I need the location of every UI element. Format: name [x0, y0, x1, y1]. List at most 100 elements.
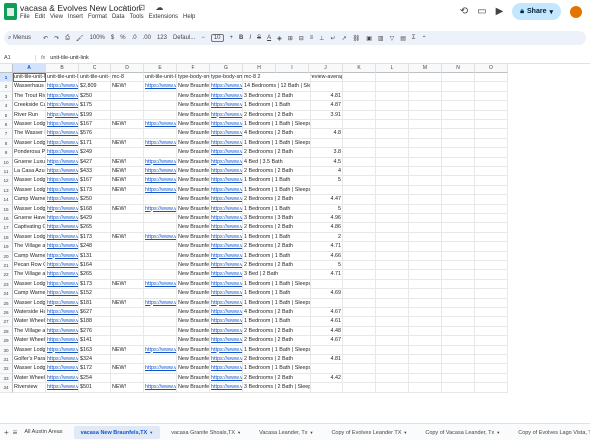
- cell-k[interactable]: [343, 298, 376, 308]
- video-icon[interactable]: ▶: [496, 6, 504, 17]
- column-header-n[interactable]: N: [442, 64, 475, 73]
- zoom-select[interactable]: 100%: [90, 35, 105, 41]
- cell-j[interactable]: [309, 364, 343, 374]
- cell-a[interactable]: Wasser Lodge #614: [13, 204, 46, 214]
- cell-e[interactable]: https://www.vaca: [144, 82, 177, 92]
- cell-k[interactable]: [343, 317, 376, 327]
- cell-a[interactable]: Wasser Lodge #501: [13, 120, 46, 130]
- cell-b[interactable]: https://www.vaca: [46, 364, 79, 374]
- cell-e[interactable]: [144, 214, 177, 224]
- cell-c[interactable]: $249: [79, 148, 111, 158]
- cell-d[interactable]: NEW!: [111, 138, 144, 149]
- row-header[interactable]: 23: [0, 279, 13, 290]
- cell-f[interactable]: New Braunfels,: [177, 279, 210, 290]
- cell-g[interactable]: https://www.vaca: [210, 157, 243, 167]
- cell-d[interactable]: [111, 317, 144, 327]
- cell-l[interactable]: [376, 204, 409, 214]
- cell-j[interactable]: 3.91: [309, 110, 343, 120]
- cell-m[interactable]: [409, 261, 442, 271]
- cell-e[interactable]: https://www.vaca: [144, 204, 177, 214]
- cell-j[interactable]: 4.8: [309, 129, 343, 139]
- cell-a[interactable]: Golfer's Paradise: [13, 355, 46, 365]
- cell-h[interactable]: 2 Bedrooms | 2 Bath: [243, 326, 311, 337]
- cell-h[interactable]: 3 Bedrooms | 2 Bath | Sleeps 10: [243, 383, 311, 393]
- cell-k[interactable]: [343, 73, 376, 83]
- cell-l[interactable]: [376, 251, 409, 261]
- cell-j[interactable]: 4: [309, 167, 343, 177]
- history-icon[interactable]: ⟲: [460, 6, 468, 17]
- cell-j[interactable]: 4.96: [309, 214, 343, 224]
- cell-b[interactable]: https://www.vaca: [46, 308, 79, 318]
- cell-h[interactable]: 2 Bedrooms | 2 Bath: [243, 167, 311, 177]
- cell-f[interactable]: New Braunfels,: [177, 251, 210, 261]
- cell-j[interactable]: [309, 138, 343, 149]
- cell-f[interactable]: New Braunfels,: [177, 242, 210, 252]
- cell-l[interactable]: [376, 242, 409, 252]
- cell-d[interactable]: [111, 242, 144, 252]
- cell-c[interactable]: $181: [79, 298, 111, 308]
- cell-e[interactable]: https://www.vaca: [144, 120, 177, 130]
- cell-b[interactable]: https://www.vaca: [46, 279, 79, 290]
- cell-h[interactable]: 2 Bedrooms | 2 Bath: [243, 373, 311, 384]
- cell-e[interactable]: [144, 129, 177, 139]
- row-header[interactable]: 8: [0, 138, 13, 149]
- cell-k[interactable]: [343, 82, 376, 92]
- comment-icon[interactable]: ▭: [477, 6, 486, 17]
- cell-f[interactable]: New Braunfels,: [177, 129, 210, 139]
- cell-a[interactable]: The Village at Gru: [13, 326, 46, 337]
- cell-k[interactable]: [343, 167, 376, 177]
- cell-e[interactable]: [144, 223, 177, 233]
- cell-d[interactable]: NEW!: [111, 120, 144, 130]
- cell-g[interactable]: https://www.vaca: [210, 261, 243, 271]
- merge-cells-icon[interactable]: ⊟: [299, 35, 304, 42]
- cell-j[interactable]: 4.42: [309, 373, 343, 384]
- cell-m[interactable]: [409, 326, 442, 337]
- cell-g[interactable]: https://www.vaca: [210, 185, 243, 196]
- cell-b[interactable]: https://www.vaca: [46, 129, 79, 139]
- avatar[interactable]: [570, 5, 582, 18]
- cell-j[interactable]: 4.48: [309, 326, 343, 337]
- cell-l[interactable]: [376, 82, 409, 92]
- column-header-b[interactable]: B: [46, 64, 79, 73]
- cell-f[interactable]: New Braunfels,: [177, 298, 210, 308]
- cell-n[interactable]: [442, 91, 475, 102]
- cell-b[interactable]: https://www.vaca: [46, 110, 79, 120]
- cell-l[interactable]: [376, 308, 409, 318]
- cell-l[interactable]: [376, 157, 409, 167]
- cell-d[interactable]: [111, 326, 144, 337]
- cell-g[interactable]: https://www.vaca: [210, 148, 243, 158]
- cell-f[interactable]: New Braunfels,: [177, 195, 210, 205]
- cell-o[interactable]: [475, 204, 508, 214]
- cell-e[interactable]: [144, 355, 177, 365]
- cell-h[interactable]: 2 Bedrooms | 2 Bath: [243, 148, 311, 158]
- row-header[interactable]: 24: [0, 289, 13, 299]
- filter-icon[interactable]: ▽: [390, 35, 395, 42]
- cell-n[interactable]: [442, 101, 475, 111]
- cell-h[interactable]: 14 Bedrooms | 12 Bath | Sleeps 50: [243, 82, 311, 92]
- row-header[interactable]: 26: [0, 308, 13, 318]
- cell-m[interactable]: [409, 242, 442, 252]
- row-header[interactable]: 20: [0, 251, 13, 261]
- row-header[interactable]: 25: [0, 298, 13, 308]
- cell-o[interactable]: [475, 223, 508, 233]
- cell-n[interactable]: [442, 289, 475, 299]
- cell-m[interactable]: [409, 373, 442, 384]
- cell-g[interactable]: https://www.vaca: [210, 167, 243, 177]
- decrease-decimal-button[interactable]: .0: [132, 35, 137, 41]
- cell-f[interactable]: New Braunfels,: [177, 82, 210, 92]
- chevron-down-icon[interactable]: ▼: [309, 430, 313, 435]
- print-icon[interactable]: ⎙: [65, 35, 70, 42]
- cell-c[interactable]: $171: [79, 138, 111, 149]
- row-header[interactable]: 33: [0, 373, 13, 384]
- cell-j[interactable]: 2: [309, 232, 343, 243]
- row-header[interactable]: 6: [0, 120, 13, 130]
- cell-j[interactable]: 5: [309, 261, 343, 271]
- cell-h[interactable]: 1 Bedroom | 1 Bath | Sleeps 4: [243, 345, 311, 355]
- cell-n[interactable]: [442, 185, 475, 196]
- cell-n[interactable]: [442, 214, 475, 224]
- column-header-k[interactable]: K: [343, 64, 376, 73]
- cell-l[interactable]: [376, 383, 409, 393]
- row-header[interactable]: 4: [0, 101, 13, 111]
- cell-k[interactable]: [343, 110, 376, 120]
- cell-c[interactable]: $173: [79, 185, 111, 196]
